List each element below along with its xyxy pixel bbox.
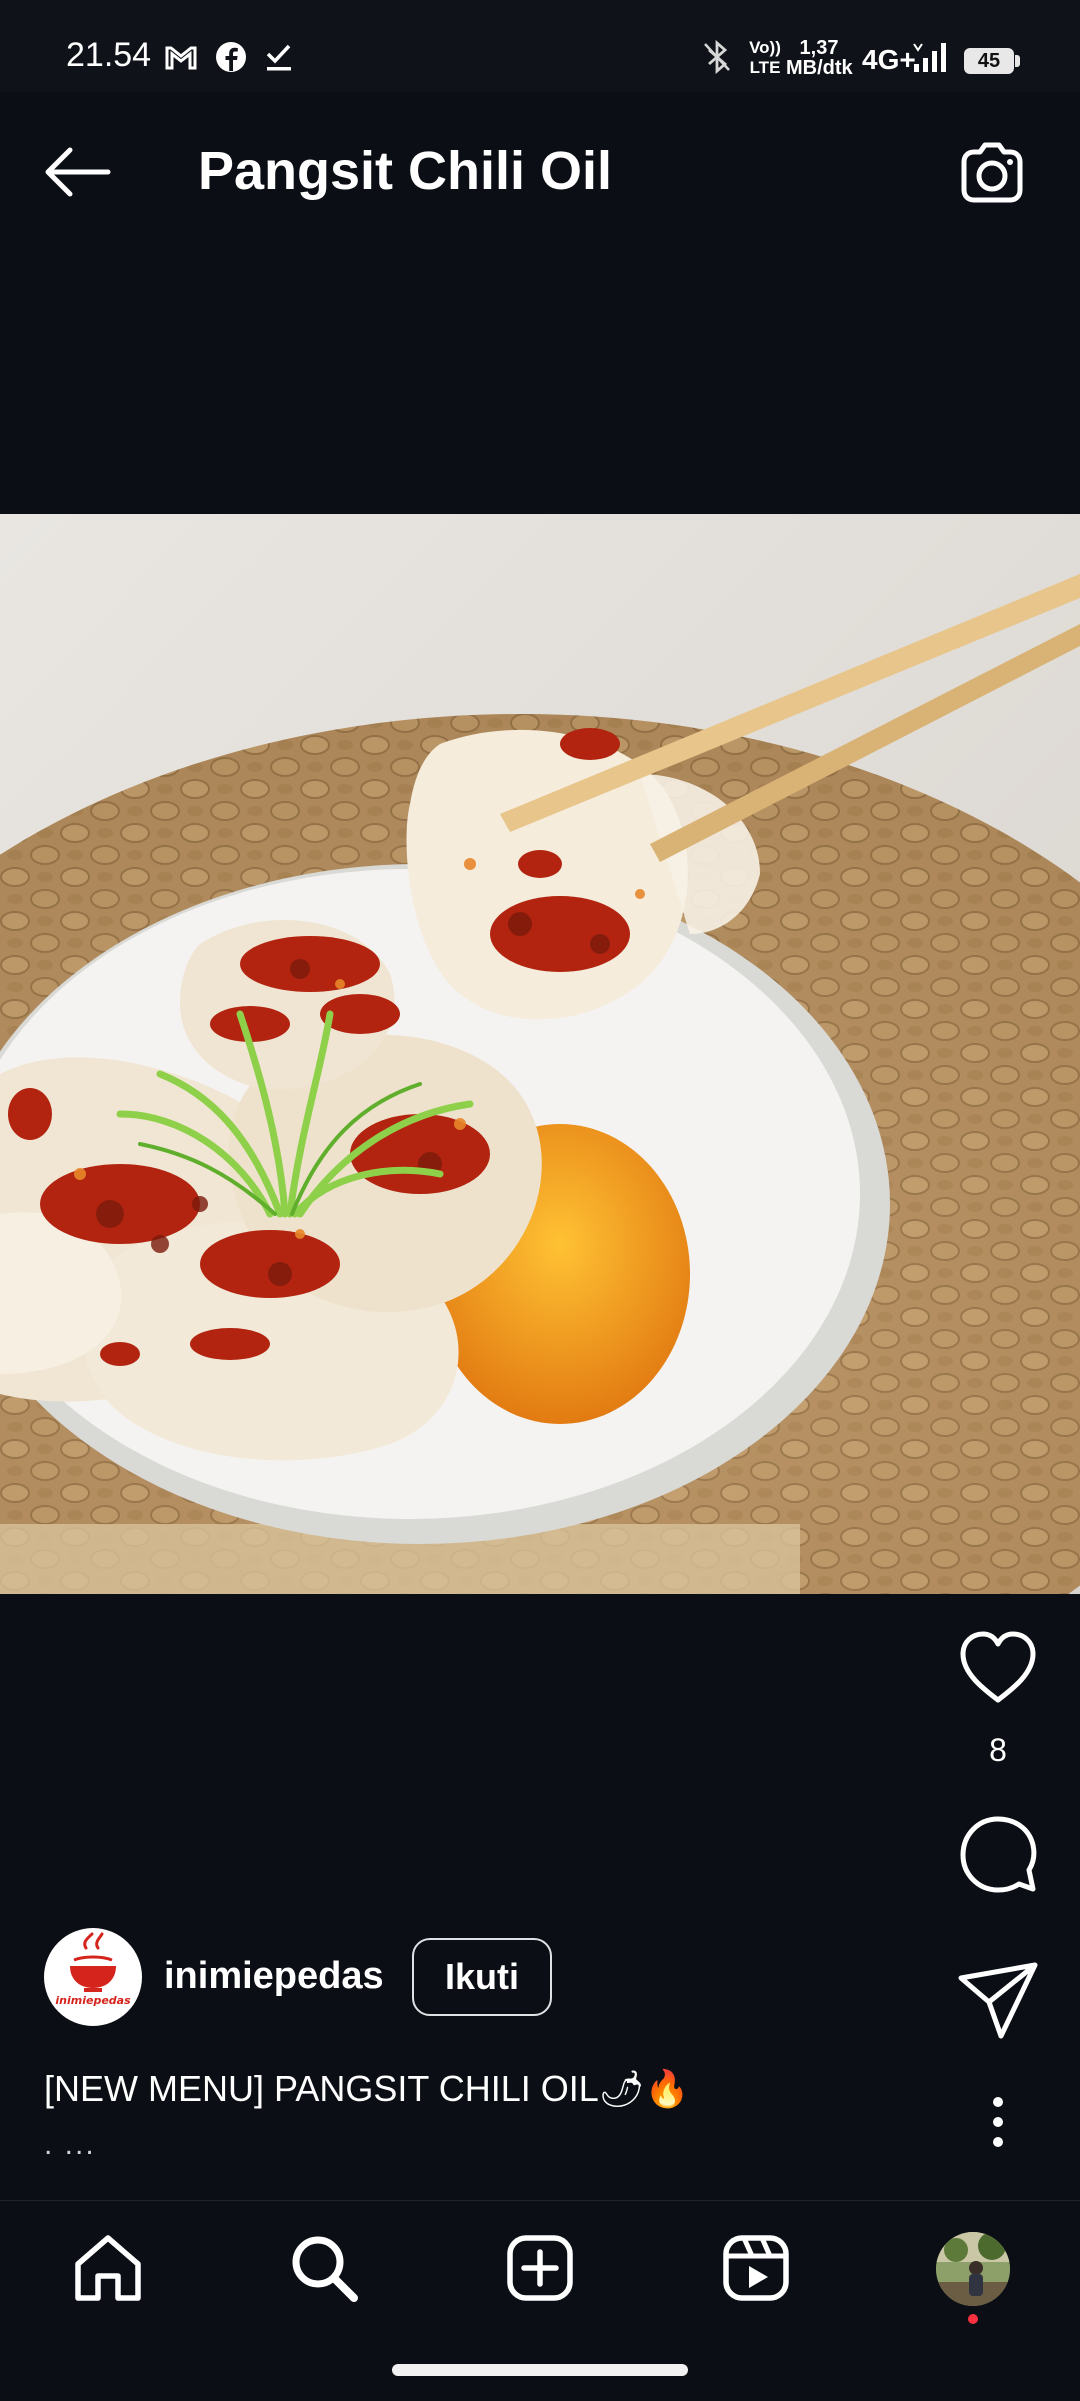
check-download-icon xyxy=(266,44,291,71)
net-speed-unit: MB/dtk xyxy=(786,57,853,79)
net-speed-value: 1,37 xyxy=(799,37,839,59)
battery-icon: 45 xyxy=(964,48,1014,74)
back-arrow-icon[interactable] xyxy=(42,142,112,202)
share-icon[interactable] xyxy=(955,1956,1041,2042)
gmail-icon xyxy=(165,46,197,70)
battery-tip xyxy=(1015,55,1020,67)
volte-bottom-label: LTE xyxy=(749,58,781,77)
post-caption[interactable]: [NEW MENU] PANGSIT CHILI OIL🌶🔥 xyxy=(44,2068,689,2110)
comment-icon[interactable] xyxy=(955,1812,1041,1898)
network-type: 4G+ xyxy=(862,44,916,75)
caption-more[interactable]: . ... xyxy=(44,2128,96,2162)
home-icon[interactable] xyxy=(68,2228,148,2308)
signal-icon xyxy=(913,43,946,72)
volte-top-label: Vo)) xyxy=(749,38,781,57)
create-icon[interactable] xyxy=(500,2228,580,2308)
search-icon[interactable] xyxy=(284,2228,364,2308)
reels-icon[interactable] xyxy=(716,2228,796,2308)
volte-icon: Vo)) LTE xyxy=(748,38,782,78)
dumpling-photo xyxy=(0,514,1080,1594)
author-logo-text: inimiepedas xyxy=(55,1994,131,2007)
battery-level: 45 xyxy=(977,50,1001,72)
page-title: Pangsit Chili Oil xyxy=(198,141,613,201)
bluetooth-icon xyxy=(704,40,730,74)
notification-dot xyxy=(968,2314,978,2324)
like-count[interactable]: 8 xyxy=(980,1732,1016,1769)
profile-photo xyxy=(936,2232,1010,2306)
author-logo-icon: inimiepedas xyxy=(55,1932,131,2007)
more-icon[interactable] xyxy=(983,2094,1013,2150)
author-avatar[interactable]: inimiepedas xyxy=(44,1928,142,2026)
facebook-icon xyxy=(216,42,246,72)
heart-icon[interactable] xyxy=(955,1626,1041,1712)
status-time: 21.54 xyxy=(66,36,152,74)
profile-avatar[interactable] xyxy=(936,2232,1010,2306)
follow-button[interactable]: Ikuti xyxy=(412,1938,552,2016)
home-indicator[interactable] xyxy=(392,2364,688,2376)
net-speed: 1,37 MB/dtk xyxy=(786,37,853,79)
camera-icon[interactable] xyxy=(956,140,1028,206)
author-username[interactable]: inimiepedas xyxy=(164,1955,384,1998)
post-image[interactable] xyxy=(0,514,1080,1594)
